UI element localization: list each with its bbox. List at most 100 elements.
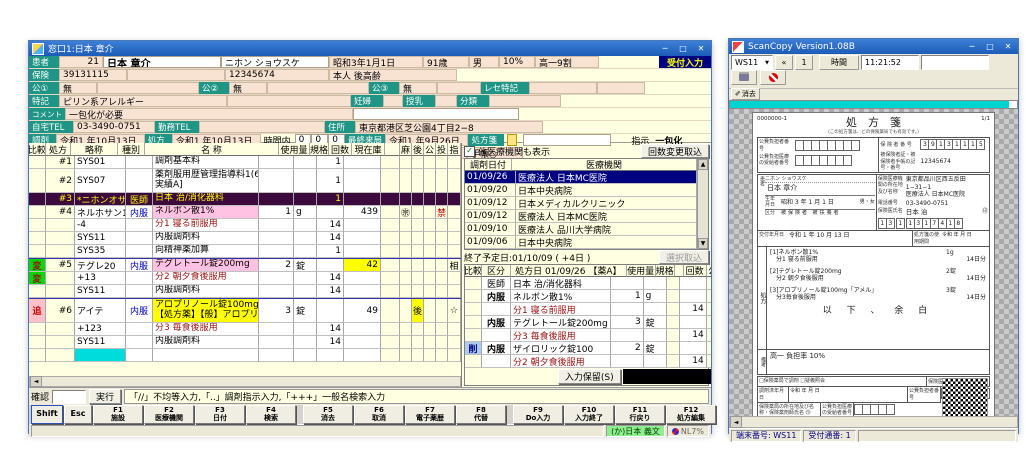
- nursing-value[interactable]: [435, 95, 457, 107]
- comment-extra[interactable]: [353, 108, 519, 120]
- rx-times: 1: [317, 193, 344, 206]
- comment-value[interactable]: 一包化が必要: [65, 108, 353, 120]
- close-icon[interactable]: ✕: [1001, 41, 1015, 52]
- fkey-button-f9[interactable]: F9Do入力: [513, 405, 563, 424]
- maximize-icon[interactable]: □: [676, 43, 690, 54]
- scan-viewport[interactable]: 0000000-1 処 方 箋 1/1 (この処方箋は、どの保険薬局でも有効です…: [729, 109, 1018, 416]
- detail-row[interactable]: 内服ネルボン散1%1g: [465, 290, 711, 303]
- pref-code-digits: 13: [878, 218, 895, 229]
- fkey-button-f12[interactable]: F12処方編集: [666, 405, 716, 424]
- rx-number: [46, 272, 75, 285]
- hold-input-button[interactable]: 入力保留(S): [558, 369, 621, 384]
- scroll-up-icon[interactable]: ▲: [698, 159, 708, 170]
- prev-page-button[interactable]: «: [775, 55, 793, 70]
- detail-public: [707, 290, 711, 303]
- minimize-icon[interactable]: ─: [658, 43, 672, 54]
- rx-row[interactable]: +123分3 毎食後服用14: [29, 323, 461, 336]
- home-tel-value[interactable]: 03-3490-0751: [73, 121, 155, 133]
- print-button[interactable]: [731, 70, 757, 85]
- jukyu2-label: 公費負担医療の受給者番号: [821, 403, 854, 416]
- fkey-button-f4[interactable]: F4検索: [246, 405, 296, 424]
- chevron-down-icon[interactable]: ▼: [765, 60, 769, 66]
- rx-row[interactable]: 変+13分2 朝夕食後服用14: [29, 272, 461, 285]
- kohi2-value[interactable]: 無: [229, 82, 267, 94]
- kohi1-value[interactable]: 無: [59, 82, 97, 94]
- show-other-label: 他医療機関も表示: [478, 145, 638, 158]
- detail-row[interactable]: 削内服ザイロリック錠1002錠: [465, 342, 711, 355]
- history-row[interactable]: 01/09/10医療法人 品川大学病院: [465, 223, 697, 236]
- fkey-button-f6[interactable]: F6取消: [354, 405, 404, 424]
- time-button[interactable]: 時間: [819, 55, 859, 70]
- allergy-value[interactable]: ピリン系アレルギー: [59, 95, 227, 107]
- class-value[interactable]: [489, 95, 561, 107]
- history-row[interactable]: 01/09/20日本中央病院: [465, 184, 697, 197]
- scan-hscrollbar[interactable]: ◄: [729, 416, 1018, 428]
- fkey-button-f8[interactable]: F8代替: [456, 405, 506, 424]
- rx-row[interactable]: SYS35向精神薬加算1: [29, 245, 461, 258]
- fkey-button-f7[interactable]: F7電子薬歴: [405, 405, 455, 424]
- detail-row[interactable]: 医師日本 治/消化器科: [465, 277, 711, 290]
- rx-hscrollbar[interactable]: ◄: [29, 376, 461, 387]
- history-row[interactable]: 01/09/26医療法人 日本MC医院: [465, 171, 697, 184]
- patient-number[interactable]: 21: [59, 56, 103, 68]
- history-row[interactable]: 01/09/12医療法人 日本MC医院: [465, 210, 697, 223]
- fkey-button-f5[interactable]: F5消去: [303, 405, 353, 424]
- main-titlebar[interactable]: 窓口1:日本 章介 ─ □ ✕: [29, 41, 711, 56]
- accept-entry-badge[interactable]: 受付入力: [659, 56, 711, 68]
- history-row[interactable]: 01/09/06日本中央病院: [465, 236, 697, 249]
- rx-row[interactable]: 追#6アイテ内服アロプリノール錠100mg「ツルハラ」【処方薬】【般】アロプリノ…: [29, 298, 461, 323]
- esc-key-button[interactable]: Esc: [64, 405, 92, 424]
- clear-tab[interactable]: ✐消去: [731, 88, 760, 100]
- rx-mark: [29, 285, 46, 298]
- history-row[interactable]: 01/09/12日本メディカルクリニック: [465, 197, 697, 210]
- reload-times-button[interactable]: 回数変更取込: [641, 144, 709, 158]
- scroll-down-icon[interactable]: ▼: [698, 238, 708, 249]
- shift-key-button[interactable]: Shift: [31, 405, 63, 424]
- patient-name[interactable]: 日本 章介: [103, 56, 221, 68]
- scan-extra-field[interactable]: [921, 55, 989, 70]
- insurance-cert[interactable]: 12345674: [225, 69, 329, 81]
- rx-row[interactable]: SYS11内服調剤料14: [29, 336, 461, 349]
- hscroll-left-icon[interactable]: ◄: [30, 376, 42, 387]
- terminal-select[interactable]: WS11▼: [731, 55, 773, 70]
- page-one-button[interactable]: 1: [795, 55, 813, 70]
- rx-row[interactable]: #2SYS07薬剤服用歴管理指導料1(6月以内)[手帳実績A]1: [29, 169, 461, 193]
- fkey-button-f10[interactable]: F10入力終了: [564, 405, 614, 424]
- work-tel-value[interactable]: [199, 121, 325, 133]
- history-vscrollbar[interactable]: ▲ ▼: [697, 159, 708, 249]
- kohi3-value[interactable]: 無: [399, 82, 437, 94]
- stop-button[interactable]: [760, 70, 786, 85]
- rx-row[interactable]: 変#5テグレ20内服テグレトール錠200mg2錠42相: [29, 258, 461, 272]
- rx-row[interactable]: #3*ニホンオサム医師日本 治/消化器科1: [29, 193, 461, 206]
- pregnant-value[interactable]: [383, 95, 403, 107]
- minimize-icon[interactable]: ─: [965, 41, 979, 52]
- rx-section-label: 処方: [758, 247, 767, 349]
- execute-button[interactable]: 実行: [89, 389, 121, 404]
- hscroll-left-icon[interactable]: ◄: [730, 416, 742, 428]
- rx-row[interactable]: -4分1 寝る前服用14: [29, 219, 461, 232]
- detail-unit: [644, 303, 667, 316]
- fkey-button-f2[interactable]: F2医療機関: [144, 405, 194, 424]
- insurance-number[interactable]: 39131115: [59, 69, 127, 81]
- rx-row[interactable]: #4ネルホサン1内服ネルボン散1%1g439㊪禁: [29, 206, 461, 219]
- detail-row[interactable]: 内服テグレトール錠200mg3錠: [465, 316, 711, 329]
- rx-row[interactable]: #1SYS01調剤基本料1: [29, 156, 461, 169]
- select-import-button[interactable]: 選択取込: [659, 250, 709, 264]
- addr-value[interactable]: 東京都港区芝公園4丁目2−8: [355, 121, 543, 133]
- rx-row[interactable]: SYS11内服調剤料14: [29, 285, 461, 298]
- fkey-button-f11[interactable]: F11行戻り: [615, 405, 665, 424]
- fkey-button-f1[interactable]: F1施設: [93, 405, 143, 424]
- rx-row[interactable]: SYS11内服調剤料14: [29, 232, 461, 245]
- maximize-icon[interactable]: □: [983, 41, 997, 52]
- fkey-button-f3[interactable]: F3日付: [195, 405, 245, 424]
- scancopy-titlebar[interactable]: ScanCopy Version1.08B ─ □ ✕: [729, 39, 1018, 54]
- detail-row[interactable]: 分3 毎食後服用14: [465, 329, 711, 342]
- patient-kana[interactable]: ニホン ショウスケ: [221, 56, 329, 68]
- confirm-input[interactable]: [52, 390, 86, 404]
- rece-tokki-value[interactable]: [529, 82, 597, 94]
- close-icon[interactable]: ✕: [694, 43, 708, 54]
- rx-row[interactable]: [29, 349, 461, 362]
- show-other-checkbox[interactable]: ✓: [464, 146, 475, 157]
- detail-row[interactable]: 分1 寝る前服用14: [465, 303, 711, 316]
- detail-row[interactable]: 分2 朝夕食後服用14: [465, 355, 711, 368]
